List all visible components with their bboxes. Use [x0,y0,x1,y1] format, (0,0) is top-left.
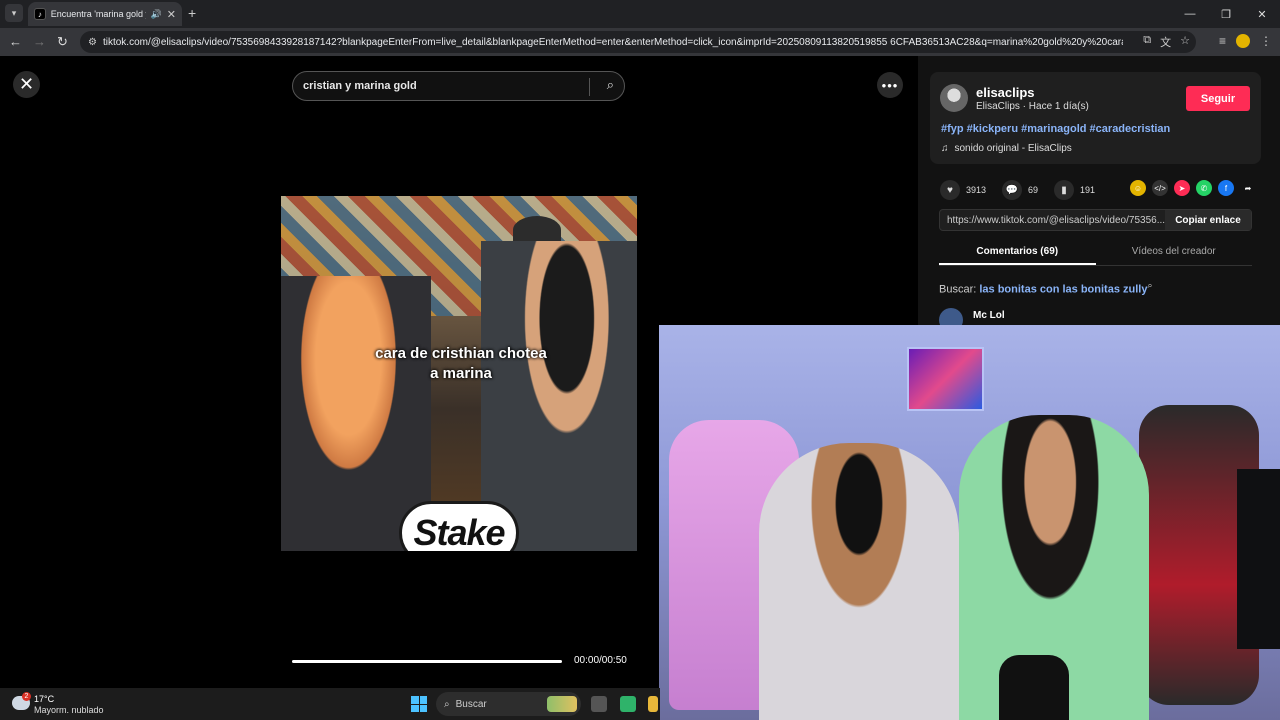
profile-avatar[interactable] [1236,34,1250,48]
taskbar-search-label: Buscar [455,698,487,710]
video-frame[interactable]: cara de cristhian chotea a marina Stake [281,196,637,551]
reading-list-icon[interactable]: ≡ [1219,34,1226,48]
sound-label: sonido original - ElisaClips [954,143,1072,154]
browser-toolbar: ← → ↻ ⚙ tiktok.com/@elisaclips/video/753… [0,28,1280,56]
taskbar-search[interactable]: ⌕ Buscar [436,692,581,716]
suggest-prefix: Buscar: [939,283,977,296]
caption-line-2: a marina [430,365,492,382]
suggest-query[interactable]: las bonitas con las bonitas zully [979,284,1147,296]
copy-link-button[interactable]: Copiar enlace [1165,210,1251,230]
stake-logo: Stake [399,501,519,551]
music-note-icon: ♫ [941,143,949,154]
link-row: https://www.tiktok.com/@elisaclips/video… [939,209,1252,231]
search-value: cristian y marina gold [303,80,417,92]
action-bar: ♥ 3913 💬 69 ▮ 191 [940,180,1105,200]
app-icon[interactable] [620,696,636,712]
minimize-icon[interactable]: — [1172,0,1208,28]
whatsapp-icon[interactable]: ✆ [1196,180,1212,196]
search-icon[interactable]: ⌕ [607,77,614,93]
author-subtitle: ElisaClips · Hace 1 día(s) [976,101,1089,112]
monitor [1237,469,1280,649]
follow-button[interactable]: Seguir [1186,86,1250,111]
tab-creator-videos[interactable]: Vídeos del creador [1096,242,1253,265]
hashtags[interactable]: #fyp #kickperu #marinagold #caradecristi… [941,123,1170,135]
lamp [513,216,561,244]
browser-tab[interactable]: ♪ Encuentra 'marina gold y ca 🔊 ✕ [28,2,182,26]
back-icon[interactable]: ← [9,34,22,49]
send-icon[interactable]: ➤ [1174,180,1190,196]
close-window-icon[interactable]: ✕ [1244,0,1280,28]
search-divider [589,78,590,96]
caption-line-1: cara de cristhian chotea [375,345,547,362]
weather-temp[interactable]: 17°C [34,694,54,704]
panel-tabs: Comentarios (69) Vídeos del creador [939,242,1252,266]
task-view-icon[interactable] [591,696,607,712]
embed-icon[interactable]: </> [1152,180,1168,196]
video-player[interactable]: cristian y marina gold ⌕ cara de cristhi… [281,56,637,688]
author-card: elisaclips ElisaClips · Hace 1 día(s) Se… [930,72,1261,164]
comments-count: 69 [1028,185,1039,195]
time-label: 00:00/00:50 [574,655,627,666]
site-info-icon[interactable]: ⚙ [88,37,97,48]
audio-icon[interactable]: 🔊 [151,9,162,20]
video-caption: cara de cristhian chotea a marina [341,344,581,384]
restore-icon[interactable]: ❐ [1208,0,1244,28]
heart-icon[interactable]: ♥ [940,180,960,200]
person-man [759,443,959,720]
share-icons: ☺ </> ➤ ✆ f ➦ [1130,180,1256,196]
url-text[interactable]: tiktok.com/@elisaclips/video/75356984339… [103,37,1123,48]
bookmark-icon[interactable]: ▮ [1054,180,1075,200]
reload-icon[interactable]: ↻ [57,34,68,50]
tab-search-icon[interactable]: ▾ [5,4,23,22]
plus-icon[interactable]: + [188,5,196,21]
stake-logo-text: Stake [413,512,505,551]
windows-start-icon[interactable] [411,696,427,712]
notification-badge: 2 [22,692,31,701]
search-icon-small: ⌕ [1147,280,1153,290]
search-input[interactable]: cristian y marina gold ⌕ [292,71,625,101]
search-icon: ⌕ [444,698,450,710]
facebook-icon[interactable]: f [1218,180,1234,196]
coin-icon[interactable]: ☺ [1130,180,1146,196]
more-options-icon[interactable]: ••• [877,72,903,98]
tab-comments[interactable]: Comentarios (69) [939,242,1096,265]
window-controls: — ❐ ✕ [1172,0,1280,28]
author-username[interactable]: elisaclips [976,85,1035,100]
webcam-overlay [659,325,1280,720]
weather-desc[interactable]: Mayorm. nublado [34,705,104,715]
browser-tabstrip: ▾ ♪ Encuentra 'marina gold y ca 🔊 ✕ + — … [0,0,1280,28]
menu-icon[interactable]: ⋮ [1260,34,1272,48]
saves-count: 191 [1080,185,1096,195]
install-icon[interactable]: ⧉ [1143,34,1151,50]
sound-row[interactable]: ♫ sonido original - ElisaClips [941,143,1072,154]
search-highlight-icon [547,696,577,712]
search-suggestion[interactable]: Buscar: las bonitas con las bonitas zull… [939,280,1153,296]
comment-icon[interactable]: 💬 [1002,180,1023,200]
forward-icon[interactable]: → [33,34,46,49]
video-link[interactable]: https://www.tiktok.com/@elisaclips/video… [947,215,1165,226]
person-right [481,241,637,551]
taskbar: 2 17°C Mayorm. nublado ⌕ Buscar [0,688,660,720]
omnibox-actions: ⧉ 文 ☆ [1143,34,1190,50]
close-icon[interactable]: ✕ [13,71,40,98]
address-bar[interactable]: ⚙ tiktok.com/@elisaclips/video/753569843… [80,31,1196,53]
progress-bar[interactable] [292,660,562,663]
likes-count: 3913 [966,185,987,195]
avatar[interactable] [940,84,968,112]
share-arrow-icon[interactable]: ➦ [1240,180,1256,196]
tiktok-favicon-icon: ♪ [34,8,46,20]
wall-poster [907,347,984,411]
translate-icon[interactable]: 文 [1160,34,1171,50]
extension-icons: ≡ ⋮ [1219,34,1272,48]
bookmark-star-icon[interactable]: ☆ [1180,34,1190,50]
microphone [999,655,1069,720]
tab-title: Encuentra 'marina gold y ca [50,9,146,19]
file-explorer-icon[interactable] [648,696,658,712]
close-tab-icon[interactable]: ✕ [167,8,176,21]
